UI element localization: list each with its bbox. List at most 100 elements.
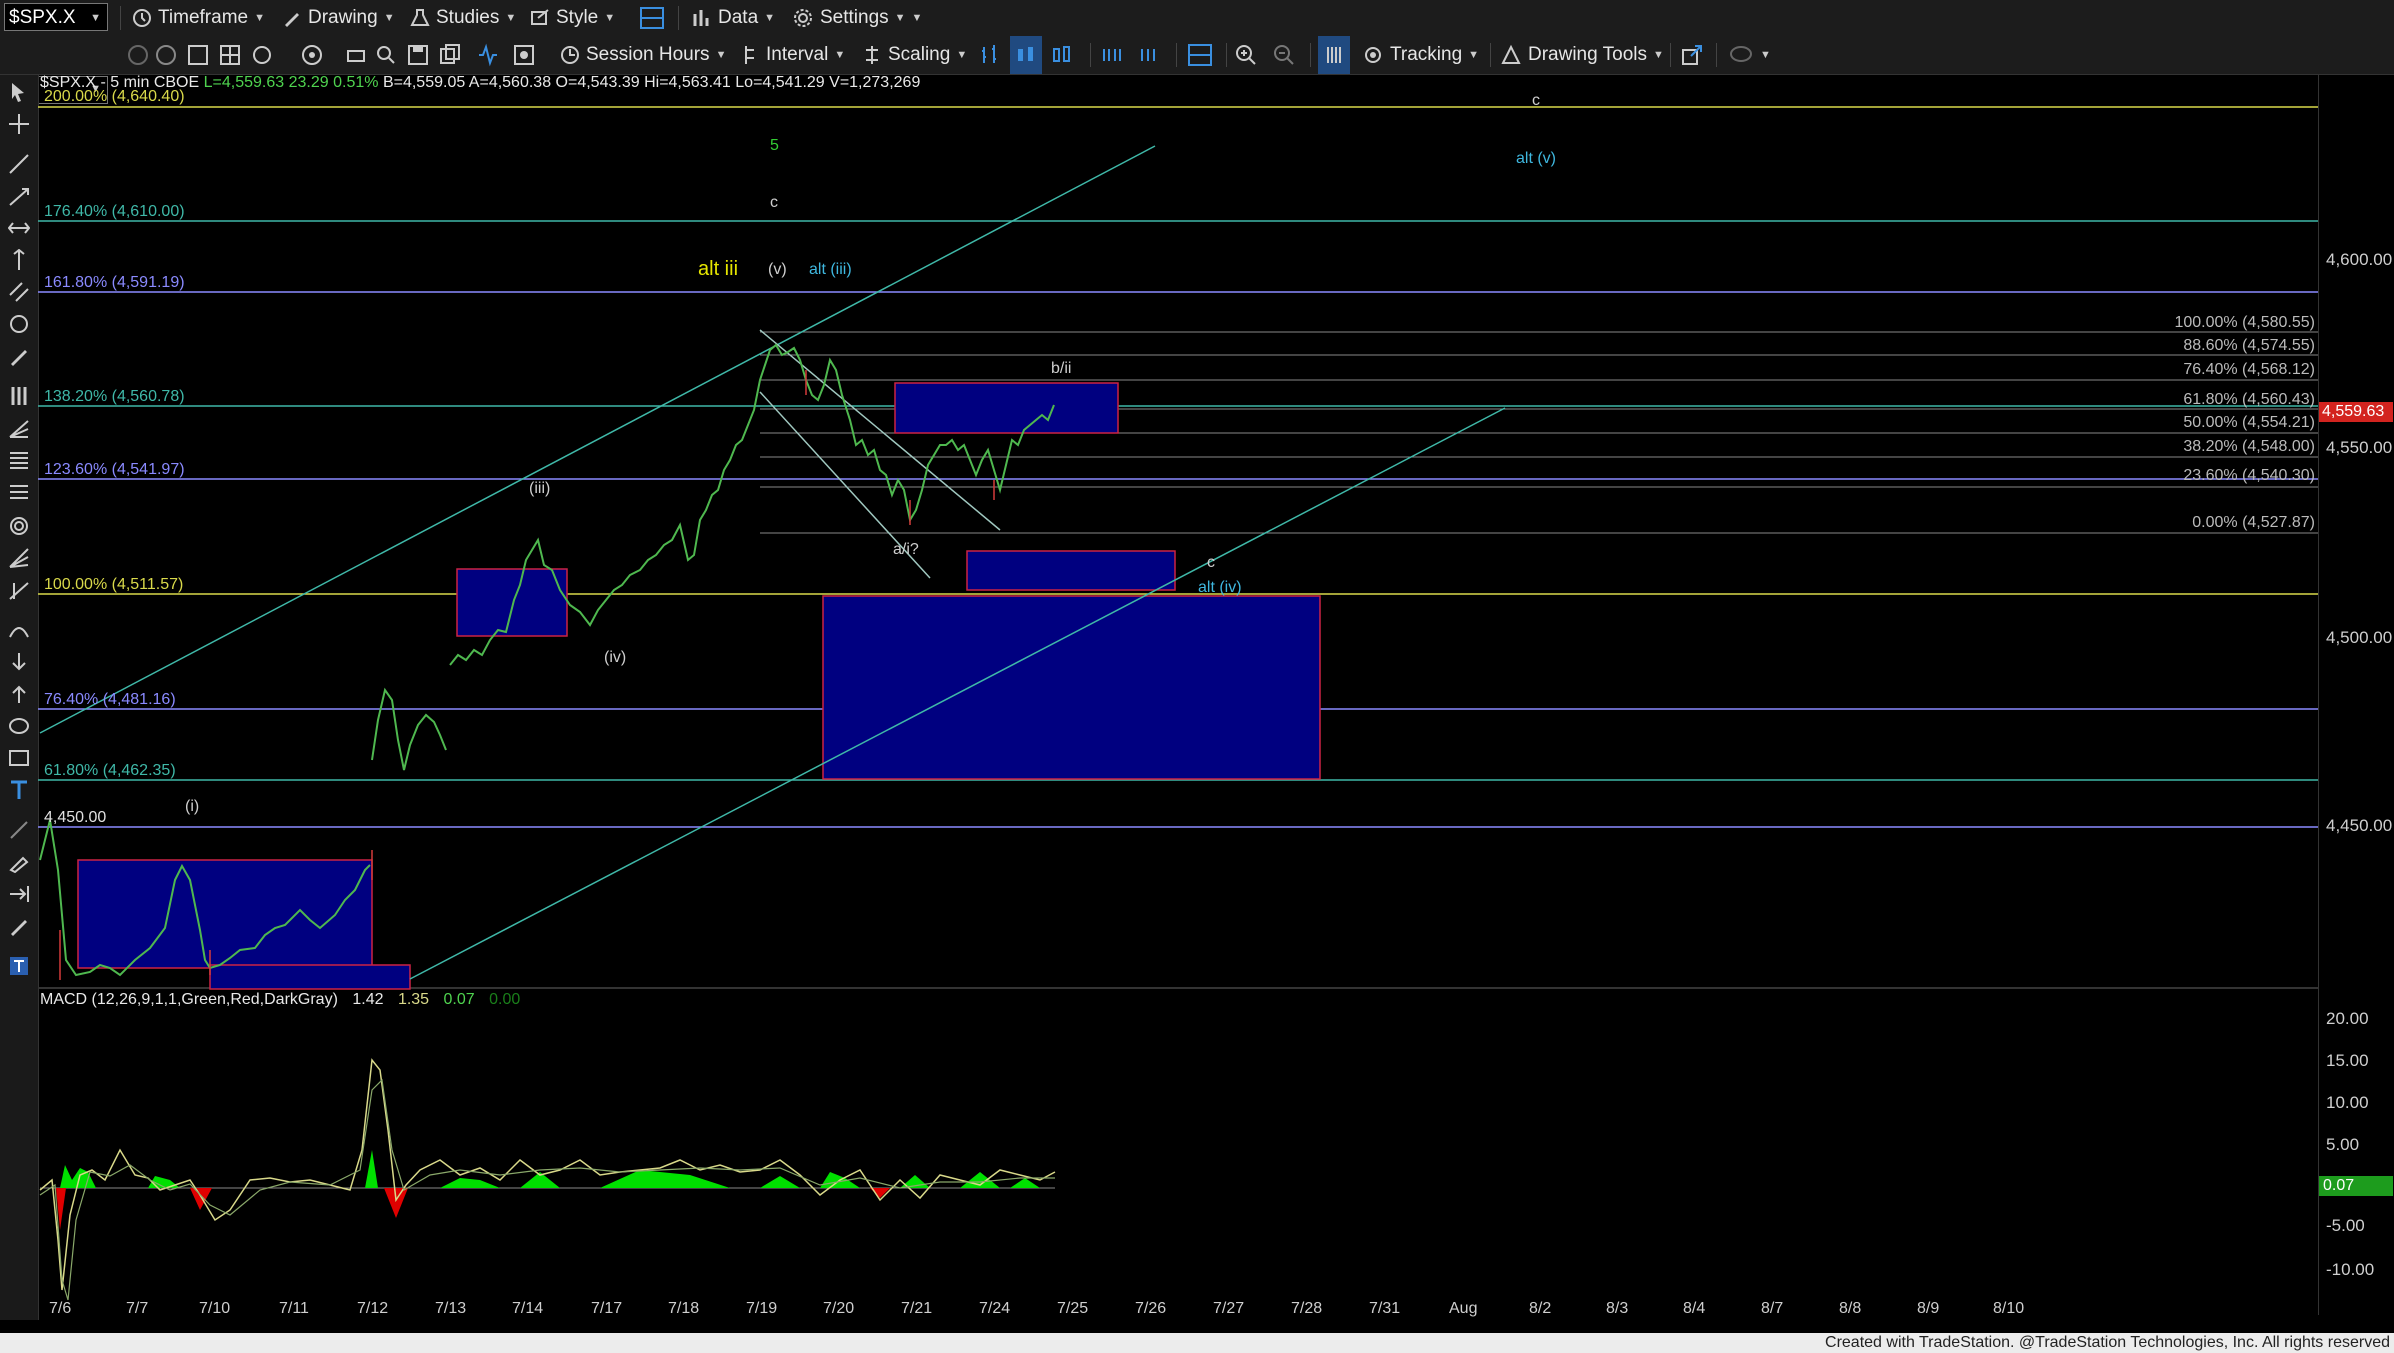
date-tick: 7/7 <box>126 1300 149 1317</box>
macd-value-4: 0.00 <box>489 991 521 1008</box>
date-tick: 7/19 <box>746 1300 778 1317</box>
info-low: Lo=4,541.29 <box>735 74 825 91</box>
macd-line <box>39 1058 1056 1291</box>
info-high: Hi=4,563.41 <box>644 74 731 91</box>
fib-r-label-50: 50.00% (4,554.21) <box>2183 414 2315 431</box>
date-tick: 7/26 <box>1135 1300 1167 1317</box>
date-tick: 8/4 <box>1683 1300 1706 1317</box>
macd-tick: -5.00 <box>2326 1216 2365 1235</box>
fib-label-176: 176.40% (4,610.00) <box>44 203 185 220</box>
price-line-712 <box>371 687 447 771</box>
macd-value-badge: 0.07 <box>2319 1176 2393 1196</box>
date-tick: 7/14 <box>512 1300 544 1317</box>
target-boxes <box>77 382 1321 990</box>
date-tick: 8/7 <box>1761 1300 1784 1317</box>
fib-label-61: 61.80% (4,462.35) <box>44 762 176 779</box>
target-box-c <box>966 550 1176 591</box>
macd-hist-up <box>440 1178 500 1188</box>
wave-label-bii: b/ii <box>1051 360 1072 377</box>
fib-label-161: 161.80% (4,591.19) <box>44 274 185 291</box>
info-ask: A=4,560.38 <box>468 74 552 91</box>
fib-r-label-0: 0.00% (4,527.87) <box>2192 514 2315 531</box>
macd-tick: 20.00 <box>2326 1009 2369 1028</box>
wave-label-c-top: c <box>1532 92 1540 109</box>
wave-label-c-mid: c <box>770 194 778 211</box>
info-last: L=4,559.63 <box>203 74 285 91</box>
date-tick: 7/31 <box>1369 1300 1401 1317</box>
price-tick: 4,450.00 <box>2326 816 2393 835</box>
date-tick: 8/9 <box>1917 1300 1940 1317</box>
info-volume: V=1,273,269 <box>829 74 921 91</box>
macd-hist-down <box>384 1188 408 1218</box>
date-tick: 8/2 <box>1529 1300 1552 1317</box>
copyright-text: Created with TradeStation. @TradeStation… <box>1825 1334 2390 1351</box>
fib-label-123: 123.60% (4,541.97) <box>44 461 185 478</box>
date-tick: 7/28 <box>1291 1300 1323 1317</box>
wave-label-alt-iii: alt iii <box>698 258 739 280</box>
wave-label-iii: (iii) <box>529 480 551 497</box>
date-tick: 7/18 <box>668 1300 700 1317</box>
target-box-bii <box>894 382 1119 434</box>
wave-label-v: (v) <box>768 261 787 278</box>
macd-tick: 10.00 <box>2326 1093 2369 1112</box>
wave-label-c-low: c <box>1207 554 1215 571</box>
macd-hist-down <box>190 1188 212 1210</box>
fib-r-label-23: 23.60% (4,540.30) <box>2183 467 2315 484</box>
date-tick: Aug <box>1449 1300 1478 1317</box>
date-tick: 7/20 <box>823 1300 855 1317</box>
fib-label-200: 200.00% (4,640.40) <box>44 88 185 105</box>
info-change: 23.29 <box>288 74 329 91</box>
date-tick: 8/10 <box>1993 1300 2025 1317</box>
wave-label-alt-v: alt (v) <box>1516 150 1556 167</box>
date-tick: 7/24 <box>979 1300 1011 1317</box>
price-tick: 4,550.00 <box>2326 438 2393 457</box>
macd-tick: 15.00 <box>2326 1051 2369 1070</box>
date-tick: 7/6 <box>49 1300 72 1317</box>
date-tick: 8/3 <box>1606 1300 1629 1317</box>
fib-r-label-88: 88.60% (4,574.55) <box>2183 337 2315 354</box>
wave-label-alt-iv: alt (iv) <box>1198 579 1242 596</box>
target-box-alt-iv <box>822 595 1321 780</box>
fib-label-100: 100.00% (4,511.57) <box>44 576 184 593</box>
date-tick: 7/13 <box>435 1300 467 1317</box>
date-tick: 7/11 <box>279 1300 309 1317</box>
fib-r-label-76: 76.40% (4,568.12) <box>2183 361 2315 378</box>
macd-info-line: MACD (12,26,9,1,1,Green,Red,DarkGray) 1.… <box>40 991 520 1009</box>
fib-r-label-100: 100.00% (4,580.55) <box>2174 314 2315 331</box>
wave-label-i: (i) <box>185 798 200 815</box>
last-price-badge: 4,559.63 <box>2319 402 2393 422</box>
date-tick: 7/25 <box>1057 1300 1089 1317</box>
fib-label-76: 76.40% (4,481.16) <box>44 691 176 708</box>
date-tick: 8/8 <box>1839 1300 1862 1317</box>
macd-tick: -10.00 <box>2326 1260 2375 1279</box>
wave-label-iv: (iv) <box>604 649 627 666</box>
info-bid: B=4,559.05 <box>382 74 466 91</box>
fib-r-label-38: 38.20% (4,548.00) <box>2183 438 2315 455</box>
target-box-i <box>77 859 373 969</box>
fib-label-4450: 4,450.00 <box>44 809 107 826</box>
macd-tick: 5.00 <box>2326 1135 2360 1154</box>
footer-bar: Created with TradeStation. @TradeStation… <box>0 1333 2394 1353</box>
date-tick: 7/12 <box>357 1300 389 1317</box>
price-tick: 4,500.00 <box>2326 628 2393 647</box>
wave-label-alt-iii-paren: alt (iii) <box>809 261 852 278</box>
wave-label-aii: a/i? <box>893 541 919 558</box>
macd-histogram <box>56 1150 1040 1230</box>
macd-hist-up <box>760 1176 800 1188</box>
macd-value-2: 1.35 <box>397 991 430 1008</box>
macd-hist-up <box>365 1150 378 1188</box>
fib-label-138: 138.20% (4,560.78) <box>44 388 185 405</box>
date-tick: 7/17 <box>591 1300 623 1317</box>
macd-value-3: 0.07 <box>443 991 475 1008</box>
macd-value-1: 1.42 <box>352 991 384 1008</box>
fib-r-label-61: 61.80% (4,560.43) <box>2183 391 2315 408</box>
target-box-low <box>209 964 411 990</box>
date-tick: 7/21 <box>901 1300 933 1317</box>
info-change-pct: 0.51% <box>333 74 379 91</box>
wave-label-5: 5 <box>770 137 779 154</box>
price-chart[interactable] <box>0 0 2394 1353</box>
target-box-iii <box>456 568 568 637</box>
macd-label: MACD (12,26,9,1,1,Green,Red,DarkGray) <box>40 991 338 1008</box>
price-tick: 4,600.00 <box>2326 250 2393 269</box>
date-tick: 7/27 <box>1213 1300 1245 1317</box>
